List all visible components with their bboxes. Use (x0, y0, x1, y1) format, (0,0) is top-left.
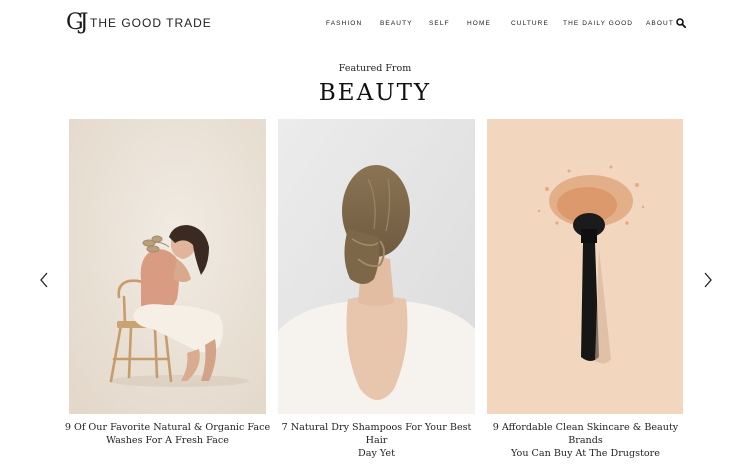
article-title-line: 9 Affordable Clean Skincare & Beauty Bra… (492, 422, 679, 446)
makeup-brush-powder-photo[interactable] (487, 119, 684, 414)
site-header: GJ THE GOOD TRADE FASHION BEAUTY SELF HO… (0, 0, 750, 46)
search-icon[interactable] (676, 18, 686, 28)
nav-item-culture[interactable]: CULTURE (511, 18, 549, 30)
chevron-left-icon[interactable] (38, 270, 50, 290)
section-eyebrow: Featured From (338, 63, 412, 74)
article-card-title[interactable]: 9 Affordable Clean Skincare & Beauty Bra… (481, 421, 690, 460)
nav-item-fashion[interactable]: FASHION (326, 18, 362, 30)
article-card[interactable]: 7 Natural Dry Shampoos For Your Best Hai… (278, 119, 475, 466)
nav-item-the-daily-good[interactable]: THE DAILY GOOD (563, 18, 633, 30)
article-title-line: Washes For A Fresh Face (106, 435, 229, 446)
article-card-title[interactable]: 7 Natural Dry Shampoos For Your Best Hai… (272, 421, 481, 460)
chevron-right-icon[interactable] (702, 270, 714, 290)
article-title-line: 9 Of Our Favorite Natural & Organic Face (64, 422, 271, 433)
nav-item-self[interactable]: SELF (429, 18, 450, 30)
nav-item-beauty[interactable]: BEAUTY (380, 18, 413, 30)
main-nav: FASHION BEAUTY SELF HOME CULTURE THE DAI… (0, 18, 750, 30)
article-card[interactable]: 9 Affordable Clean Skincare & Beauty Bra… (487, 119, 684, 466)
woman-hair-bun-photo[interactable] (278, 119, 475, 414)
article-title-line: Day Yet (358, 448, 395, 459)
article-card-title[interactable]: 9 Of Our Favorite Natural & Organic Face… (63, 421, 272, 447)
section-title: BEAUTY (318, 80, 432, 106)
nav-item-about[interactable]: ABOUT (646, 18, 674, 30)
woman-on-chair-photo[interactable] (69, 119, 266, 414)
article-card[interactable]: 9 Of Our Favorite Natural & Organic Face… (65, 119, 270, 466)
nav-item-home[interactable]: HOME (467, 18, 491, 30)
article-title-line: 7 Natural Dry Shampoos For Your Best Hai… (281, 422, 472, 446)
article-title-line: You Can Buy At The Drugstore (511, 448, 660, 459)
